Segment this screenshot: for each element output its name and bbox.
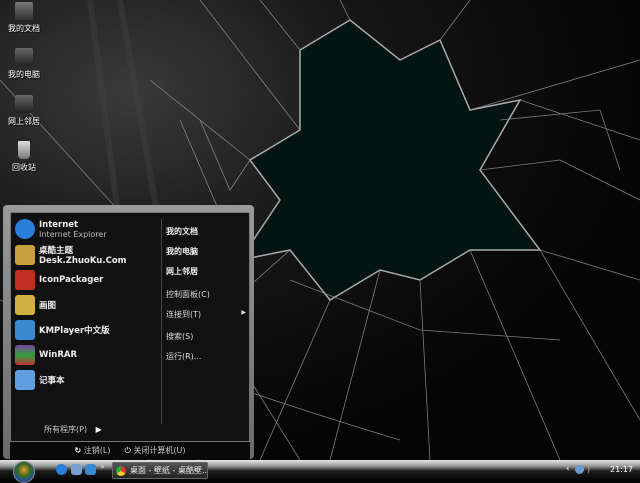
iconpackager-icon [15,270,35,290]
program-label: 记事本 [39,376,65,386]
quicklaunch-ie-icon[interactable] [56,464,67,475]
my-documents-icon [15,2,33,20]
start-menu-footer: ↻ 注销(L) ⏻ 关闭计算机(U) [10,442,250,459]
quicklaunch-media-icon[interactable] [71,464,82,475]
menu-label: 连接到(T) [166,310,202,319]
winrar-icon [15,345,35,365]
arrow-right-icon: ▶ [241,309,246,316]
divider [161,219,162,424]
browser-icon [116,465,126,476]
menu-my-computer[interactable]: 我的电脑 [166,246,198,257]
quicklaunch-desktop-icon[interactable] [85,464,96,475]
program-paint[interactable]: 画图 [15,294,56,316]
program-label: 画图 [39,301,57,311]
program-zhuoku[interactable]: 桌酷主题Desk.ZhuoKu.Com [15,244,158,266]
zhuoku-icon [15,245,35,265]
taskbar-button-label: 桌面 - 壁纸 - 桌酷壁... [130,466,208,475]
taskbar-button-browser[interactable]: 桌面 - 壁纸 - 桌酷壁... [112,462,208,479]
menu-network[interactable]: 网上邻居 [166,266,198,277]
network-icon [15,95,33,113]
logoff-icon: ↻ [74,446,82,455]
menu-control-panel[interactable]: 控制面板(C) [166,289,210,300]
menu-connect-to[interactable]: 连接到(T) ▶ [166,309,246,320]
desktop-icon-label: 网上邻居 [8,117,40,126]
program-kmplayer[interactable]: KMPlayer中文版 [15,319,110,341]
program-sublabel: Internet Explorer [39,229,107,239]
paint-icon [15,295,35,315]
ie-icon [15,219,35,239]
kmplayer-icon [15,320,35,340]
recycle-bin-icon [18,141,30,159]
desktop-icon-label: 回收站 [12,163,36,172]
program-iconpackager[interactable]: IconPackager [15,269,103,291]
desktop-icon-my-documents[interactable]: 我的文档 [2,2,46,34]
program-internet-explorer[interactable]: Internet Internet Explorer [15,218,107,240]
program-label: WinRAR [39,350,78,360]
program-label: 桌酷主题Desk.ZhuoKu.Com [39,246,127,266]
desktop-icon-network[interactable]: 网上邻居 [2,95,46,127]
logoff-label: 注销(L) [83,446,111,455]
program-label: KMPlayer中文版 [39,326,110,336]
taskbar [0,460,640,480]
desktop-icon-label: 我的文档 [8,24,40,33]
start-menu-body: Internet Internet Explorer 桌酷主题Desk.ZhuoK… [10,212,250,442]
menu-run[interactable]: 运行(R)... [166,351,201,362]
clock[interactable]: 21:17 [610,465,633,474]
tray-expand-button[interactable]: ‹ [566,464,570,474]
program-winrar[interactable]: WinRAR [15,344,77,366]
start-menu: Internet Internet Explorer 桌酷主题Desk.ZhuoK… [3,205,254,459]
menu-my-documents[interactable]: 我的文档 [166,226,198,237]
desktop-icon-recycle-bin[interactable]: 回收站 [2,141,46,173]
program-notepad[interactable]: 记事本 [15,369,65,391]
volume-tray-icon[interactable]: ) [587,465,595,474]
shutdown-button[interactable]: ⏻ 关闭计算机(U) [124,445,185,456]
my-computer-icon [15,48,33,66]
network-tray-icon[interactable] [575,465,584,474]
program-list: Internet Internet Explorer 桌酷主题Desk.ZhuoK… [11,213,158,441]
desktop-icon-my-computer[interactable]: 我的电脑 [2,48,46,80]
program-label: Internet [39,219,79,230]
logoff-button[interactable]: ↻ 注销(L) [75,445,111,456]
quicklaunch-overflow-button[interactable]: » [100,462,105,471]
all-programs-label: 所有程序(P) [44,425,88,434]
menu-search[interactable]: 搜索(S) [166,331,193,342]
arrow-right-icon: ▶ [95,425,102,434]
program-label: IconPackager [39,275,104,285]
notepad-icon [15,370,35,390]
desktop-icon-label: 我的电脑 [8,70,40,79]
power-icon: ⏻ [124,446,131,455]
shutdown-label: 关闭计算机(U) [133,446,186,455]
all-programs-button[interactable]: 所有程序(P) ▶ [44,424,102,435]
